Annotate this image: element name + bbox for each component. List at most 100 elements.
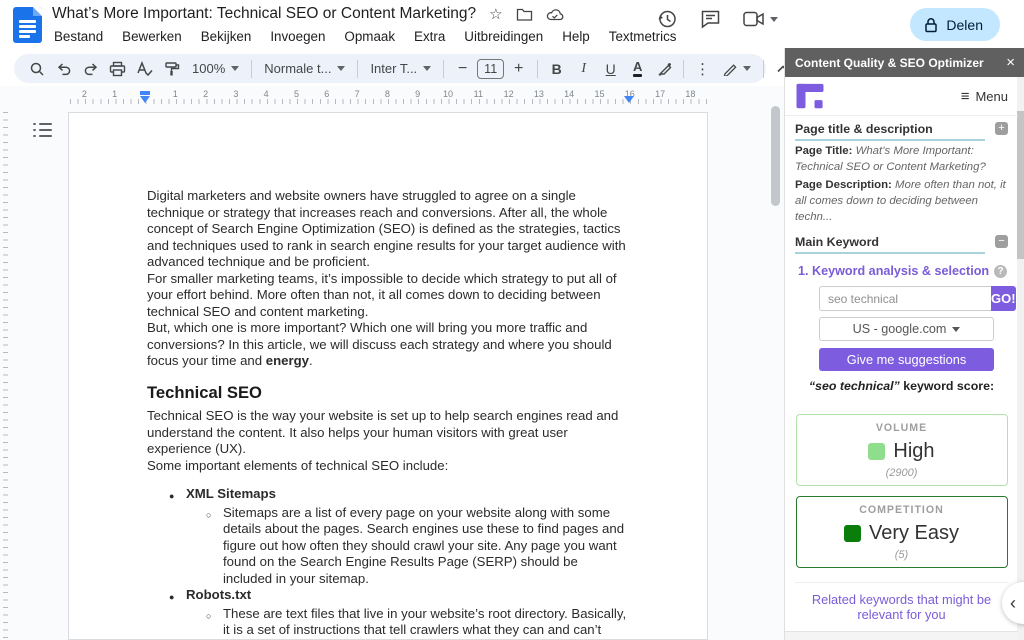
vertical-ruler[interactable] [3,112,8,640]
ruler-number: 12 [504,89,514,99]
underline-button[interactable]: U [598,56,623,81]
ruler-number: 3 [233,89,238,99]
paragraph[interactable]: But, which one is more important? Which … [147,320,630,370]
ruler-number: 11 [474,89,483,99]
toolbar-strip: 100% Normale t... Inter T... − + B I U A… [0,48,784,86]
document-text[interactable]: Digital marketers and website owners hav… [147,188,630,640]
volume-count: (2900) [797,467,1007,479]
keyword-input[interactable] [819,286,991,311]
menu-help[interactable]: Help [562,29,590,44]
share-button-label: Delen [946,17,983,33]
competition-card: COMPETITION Very Easy (5) [796,496,1008,568]
search-icon[interactable] [24,56,49,81]
zoom-select[interactable]: 100% [186,61,245,76]
paragraph[interactable]: Technical SEO is the way your website is… [147,408,630,458]
suggestions-button[interactable]: Give me suggestions [819,348,994,371]
ruler-number: 13 [534,89,544,99]
ruler-number: 6 [324,89,329,99]
close-icon[interactable]: × [1006,55,1015,70]
sidebar-header: Content Quality & SEO Optimizer × [785,48,1024,77]
collapse-section-button[interactable]: − [995,235,1008,248]
bullet-icon: ● [169,486,186,505]
spellcheck-icon[interactable] [132,56,157,81]
paragraph[interactable]: For smaller marketing teams, it’s imposs… [147,271,630,321]
competition-color-swatch [844,525,861,542]
meet-call-button[interactable] [743,11,778,27]
font-size-decrease-button[interactable]: − [450,56,475,81]
move-folder-icon[interactable] [516,7,533,22]
section-heading[interactable]: Technical SEO [147,385,630,402]
font-select[interactable]: Inter T... [364,61,437,76]
paint-format-icon[interactable] [159,56,184,81]
font-size-input[interactable] [477,59,504,79]
menu-bekijken[interactable]: Bekijken [201,29,252,44]
page-description-line: Page Description: More often than not, i… [795,177,1008,225]
share-button[interactable]: Delen [910,8,1000,41]
volume-value: High [893,440,934,463]
undo-icon[interactable] [51,56,76,81]
page-title-desc-heading: Page title & description [795,122,933,136]
related-keywords-heading: Related keywords that might be relevant … [795,582,1009,622]
document-title[interactable]: What’s More Important: Technical SEO or … [52,5,476,23]
menu-uitbreidingen[interactable]: Uitbreidingen [464,29,543,44]
sidebar-menu-button[interactable]: ≡ Menu [961,88,1008,105]
editing-mode-button[interactable] [717,56,757,81]
menu-extra[interactable]: Extra [414,29,445,44]
right-indent-marker[interactable] [624,96,634,103]
sidebar-scrollbar-track[interactable] [1017,77,1024,640]
menu-textmetrics[interactable]: Textmetrics [609,29,677,44]
cloud-status-icon[interactable] [546,7,564,21]
more-options-icon[interactable]: ⋮ [690,56,715,81]
meet-dropdown-caret[interactable] [770,17,778,22]
document-outline-icon[interactable] [33,122,53,138]
paragraph[interactable]: Some important elements of technical SEO… [147,458,630,475]
ruler-number: 10 [443,89,453,99]
document-page[interactable]: Digital marketers and website owners hav… [68,112,708,640]
go-button[interactable]: GO! [991,286,1016,311]
google-docs-logo[interactable] [13,7,42,43]
ruler-number: 2 [203,89,208,99]
page-title-line: Page Title: What’s More Important: Techn… [795,143,1008,175]
ruler-number: 1 [173,89,178,99]
ruler-number: 17 [655,89,665,99]
main-keyword-heading: Main Keyword [795,235,879,249]
redo-icon[interactable] [78,56,103,81]
bullet-list: ●XML Sitemaps ○Sitemaps are a list of ev… [147,486,630,640]
list-item[interactable]: ●XML Sitemaps [147,486,630,505]
left-indent-marker[interactable] [140,96,150,103]
print-icon[interactable] [105,56,130,81]
expand-section-button[interactable]: + [995,122,1008,135]
help-icon[interactable]: ? [994,265,1007,278]
list-item[interactable]: ○Sitemaps are a list of every page on yo… [147,505,630,588]
seo-optimizer-sidebar: Content Quality & SEO Optimizer × ≡ Menu… [784,48,1024,640]
bold-button[interactable]: B [544,56,569,81]
paragraph-style-select[interactable]: Normale t... [258,61,351,76]
menu-bestand[interactable]: Bestand [54,29,103,44]
star-icon[interactable]: ☆ [489,5,502,23]
toolbar: 100% Normale t... Inter T... − + B I U A… [14,54,766,83]
menu-opmaak[interactable]: Opmaak [344,29,395,44]
chevron-left-icon: ‹ [1010,593,1016,614]
comments-icon[interactable] [700,9,721,29]
region-select[interactable]: US - google.com [819,317,994,341]
volume-color-swatch [868,443,885,460]
first-line-indent-marker[interactable] [140,91,150,95]
font-size-increase-button[interactable]: + [506,56,531,81]
bullet-icon: ○ [206,606,223,640]
sidebar-scrollbar-thumb[interactable] [1017,111,1024,259]
ruler-number: 14 [564,89,574,99]
list-item[interactable]: ○These are text files that live in your … [147,606,630,640]
text-color-button[interactable]: A [625,56,650,81]
keyword-score-label: “seo technical” keyword score: [795,379,1008,393]
document-area: 21123456789101112131415161718 Digital ma… [0,86,784,640]
list-item[interactable]: ●Robots.txt [147,587,630,606]
horizontal-ruler[interactable]: 21123456789101112131415161718 [0,88,784,105]
highlight-color-button[interactable] [652,56,677,81]
bullet-icon: ○ [206,505,223,588]
italic-button[interactable]: I [571,56,596,81]
menu-invoegen[interactable]: Invoegen [270,29,325,44]
paragraph[interactable]: Digital marketers and website owners hav… [147,188,630,271]
version-history-icon[interactable] [656,8,678,30]
menu-bewerken[interactable]: Bewerken [122,29,182,44]
document-scrollbar[interactable] [771,106,780,206]
